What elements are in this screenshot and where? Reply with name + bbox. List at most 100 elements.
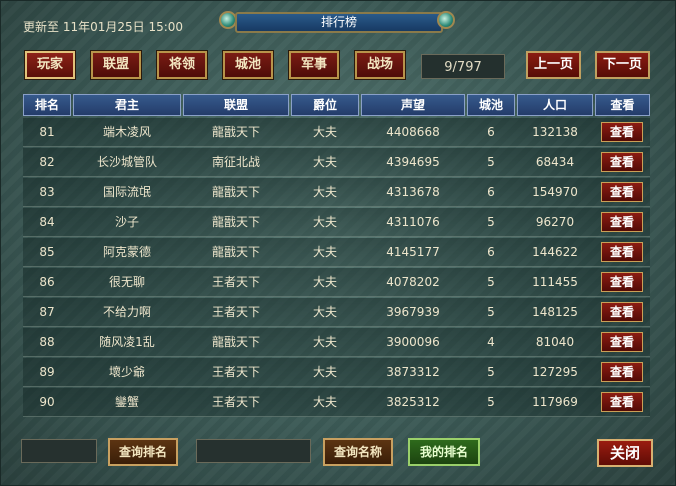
view-button[interactable]: 查看: [601, 242, 643, 262]
cell-title: 大夫: [312, 245, 337, 259]
cell-population: 144622: [532, 245, 578, 259]
table-row: 87 不给力啊 王者天下 大夫 3967939 5 148125 查看: [23, 298, 650, 327]
cell-population: 148125: [532, 305, 578, 319]
cell-rank: 85: [39, 245, 55, 259]
cell-prestige: 4311076: [386, 215, 440, 229]
cell-title: 大夫: [312, 275, 337, 289]
column-header-population: 人口: [517, 94, 593, 116]
cell-rank: 81: [39, 125, 55, 139]
cell-rank: 82: [39, 155, 55, 169]
cell-prestige: 3873312: [386, 365, 440, 379]
view-button[interactable]: 查看: [601, 122, 643, 142]
ranking-window: 更新至 11年01月25日 15:00 排行榜 玩家 联盟 将领 城池 军事 战…: [0, 0, 676, 486]
cell-cities: 5: [487, 395, 495, 409]
cell-lord: 很无聊: [108, 275, 145, 289]
view-button[interactable]: 查看: [601, 212, 643, 232]
cell-cities: 5: [487, 155, 495, 169]
title-bar: 排行榜: [217, 9, 457, 33]
cell-alliance: 南征北战: [211, 155, 260, 169]
cell-lord: 不给力啊: [102, 305, 151, 319]
cell-alliance: 龍戩天下: [211, 185, 260, 199]
cell-rank: 87: [39, 305, 55, 319]
rank-search-input[interactable]: [21, 439, 97, 463]
cell-population: 111455: [532, 275, 578, 289]
view-button[interactable]: 查看: [601, 182, 643, 202]
cell-lord: 随风凌1乱: [99, 335, 155, 349]
cell-cities: 5: [487, 275, 495, 289]
table-row: 84 沙子 龍戩天下 大夫 4311076 5 96270 查看: [23, 208, 650, 237]
view-button[interactable]: 查看: [601, 392, 643, 412]
cell-alliance: 龍戩天下: [211, 335, 260, 349]
cell-lord: 壞少爺: [108, 365, 145, 379]
jade-ornament-icon: [437, 11, 455, 29]
tab-players[interactable]: 玩家: [25, 51, 75, 79]
tab-cities[interactable]: 城池: [223, 51, 273, 79]
cell-lord: 沙子: [114, 215, 139, 229]
cell-lord: 长沙城管队: [96, 155, 157, 169]
cell-population: 117969: [532, 395, 578, 409]
table-row: 83 国际流氓 龍戩天下 大夫 4313678 6 154970 查看: [23, 178, 650, 207]
cell-cities: 5: [487, 365, 495, 379]
cell-population: 154970: [532, 185, 578, 199]
view-button[interactable]: 查看: [601, 362, 643, 382]
cell-lord: 鑾蟹: [114, 395, 139, 409]
column-header-cities: 城池: [467, 94, 515, 116]
cell-cities: 6: [487, 125, 495, 139]
view-button[interactable]: 查看: [601, 272, 643, 292]
updated-timestamp: 更新至 11年01月25日 15:00: [23, 20, 184, 34]
cell-prestige: 3900096: [386, 335, 440, 349]
table-row: 81 端木凌风 龍戩天下 大夫 4408668 6 132138 查看: [23, 118, 650, 147]
cell-population: 132138: [532, 125, 578, 139]
cell-cities: 5: [487, 215, 495, 229]
cell-prestige: 3967939: [386, 305, 440, 319]
column-header-prestige: 声望: [361, 94, 465, 116]
cell-prestige: 4078202: [386, 275, 440, 289]
cell-title: 大夫: [312, 335, 337, 349]
cell-prestige: 4313678: [386, 185, 440, 199]
cell-title: 大夫: [312, 215, 337, 229]
column-header-title: 爵位: [291, 94, 359, 116]
next-page-button[interactable]: 下一页: [595, 51, 650, 79]
view-button[interactable]: 查看: [601, 302, 643, 322]
tab-generals[interactable]: 将领: [157, 51, 207, 79]
tab-battlefield[interactable]: 战场: [355, 51, 405, 79]
tab-alliances[interactable]: 联盟: [91, 51, 141, 79]
cell-rank: 83: [39, 185, 55, 199]
cell-title: 大夫: [312, 305, 337, 319]
cell-lord: 国际流氓: [102, 185, 151, 199]
cell-title: 大夫: [312, 185, 337, 199]
cell-title: 大夫: [312, 125, 337, 139]
cell-population: 127295: [532, 365, 578, 379]
prev-page-button[interactable]: 上一页: [526, 51, 581, 79]
column-header-view: 查看: [595, 94, 650, 116]
query-name-button[interactable]: 查询名称: [323, 438, 393, 466]
cell-alliance: 王者天下: [211, 365, 260, 379]
table-row: 88 随风凌1乱 龍戩天下 大夫 3900096 4 81040 查看: [23, 328, 650, 357]
table-row: 82 长沙城管队 南征北战 大夫 4394695 5 68434 查看: [23, 148, 650, 177]
cell-rank: 88: [39, 335, 55, 349]
my-rank-button[interactable]: 我的排名: [408, 438, 480, 466]
name-search-input[interactable]: [196, 439, 311, 463]
table-row: 86 很无聊 王者天下 大夫 4078202 5 111455 查看: [23, 268, 650, 297]
cell-prestige: 4394695: [386, 155, 440, 169]
view-button[interactable]: 查看: [601, 332, 643, 352]
cell-alliance: 龍戩天下: [211, 215, 260, 229]
cell-population: 81040: [535, 335, 575, 349]
view-button[interactable]: 查看: [601, 152, 643, 172]
tab-military[interactable]: 军事: [289, 51, 339, 79]
cell-alliance: 王者天下: [211, 395, 260, 409]
cell-alliance: 龍戩天下: [211, 245, 260, 259]
query-rank-button[interactable]: 查询排名: [108, 438, 178, 466]
cell-prestige: 4408668: [386, 125, 440, 139]
cell-population: 96270: [535, 215, 575, 229]
cell-alliance: 王者天下: [211, 305, 260, 319]
cell-cities: 6: [487, 245, 495, 259]
close-button[interactable]: 关闭: [597, 439, 653, 467]
cell-cities: 5: [487, 305, 495, 319]
cell-title: 大夫: [312, 365, 337, 379]
cell-cities: 4: [487, 335, 495, 349]
table-row: 89 壞少爺 王者天下 大夫 3873312 5 127295 查看: [23, 358, 650, 387]
column-header-alliance: 联盟: [183, 94, 289, 116]
cell-prestige: 4145177: [386, 245, 440, 259]
page-indicator: 9/797: [421, 54, 505, 79]
